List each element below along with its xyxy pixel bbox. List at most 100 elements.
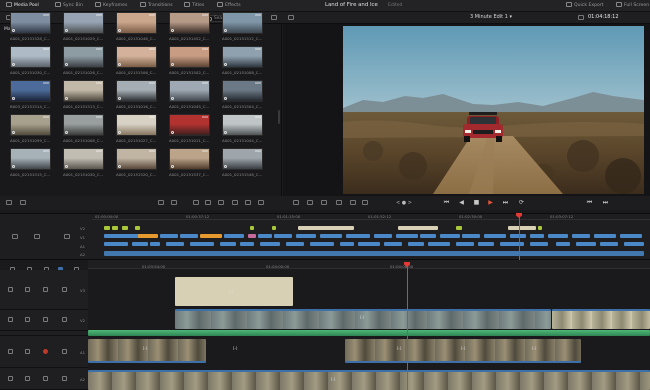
timeline-clip[interactable]	[135, 226, 140, 230]
timeline-clip[interactable]	[320, 234, 342, 238]
video-clip[interactable]	[88, 339, 206, 363]
reverse-button[interactable]: ◀	[458, 199, 465, 206]
clip-thumbnail[interactable]: A001_02151030_C...	[10, 46, 51, 77]
speaker-icon[interactable]	[43, 287, 48, 292]
timeline-clip[interactable]	[248, 234, 256, 238]
timeline-clip[interactable]	[374, 234, 392, 238]
timeline-clip[interactable]	[258, 234, 272, 238]
track-target-icon[interactable]	[25, 376, 30, 381]
timeline-clip[interactable]	[224, 234, 244, 238]
clip-thumbnail[interactable]: A001_02151011_C...	[169, 114, 210, 145]
keyframes-tab[interactable]: Keyframes	[95, 2, 127, 10]
track-lock-icon[interactable]	[8, 349, 13, 354]
timeline-clip[interactable]	[150, 242, 160, 246]
clip-thumbnail[interactable]: A001_02151008_C...	[222, 46, 263, 77]
timeline-clip[interactable]	[396, 234, 418, 238]
timeline-selector[interactable]: 3 Minute Edit 1 ▾	[470, 14, 512, 20]
track-lock-icon[interactable]	[8, 376, 13, 381]
media-pool-scrollbar[interactable]	[278, 110, 280, 124]
timeline-clip[interactable]	[478, 242, 494, 246]
upper-playhead[interactable]	[519, 217, 520, 260]
timeline-clip[interactable]	[296, 234, 316, 238]
timeline-clip[interactable]	[538, 226, 542, 230]
blade-icon[interactable]	[158, 200, 164, 205]
title-clip[interactable]	[175, 277, 293, 306]
trim-icon[interactable]	[293, 200, 299, 205]
append-icon[interactable]	[245, 200, 251, 205]
quick-export-button[interactable]: Quick Export	[566, 2, 604, 10]
prev-edit-button[interactable]: ⏮	[586, 199, 593, 206]
track-height-icon[interactable]	[34, 234, 40, 239]
timeline-clip[interactable]	[398, 226, 438, 230]
clip-thumbnail[interactable]: A001_02151026_C...	[63, 46, 104, 77]
timeline-clip[interactable]	[160, 234, 178, 238]
effects-tab[interactable]: Effects	[217, 2, 241, 10]
clip-thumbnail[interactable]: A001_02151452_C...	[169, 12, 210, 43]
scissors-icon[interactable]	[171, 200, 177, 205]
timeline-clip[interactable]	[456, 242, 474, 246]
track-target-icon[interactable]	[25, 287, 30, 292]
timeline-clip[interactable]	[624, 242, 644, 246]
clip-thumbnail[interactable]: A001_02151502_C...	[169, 46, 210, 77]
clip-thumbnail[interactable]: A001_02151030_C...	[63, 148, 104, 179]
clip-thumbnail[interactable]: A001_02151504_C...	[222, 80, 263, 111]
timeline-clip[interactable]	[462, 234, 480, 238]
loop-button[interactable]: ⟳	[518, 199, 525, 206]
track-toggle-icon[interactable]	[62, 376, 67, 381]
timeline-clip[interactable]	[250, 226, 254, 230]
timeline-clip[interactable]	[500, 242, 524, 246]
clip-thumbnail[interactable]: A001_02151515_C...	[10, 148, 51, 179]
timeline-clip[interactable]	[104, 234, 142, 238]
timeline-clip[interactable]	[576, 242, 596, 246]
clip-thumbnail[interactable]: A001_02151048_C...	[116, 12, 157, 43]
snap-icon[interactable]	[362, 200, 368, 205]
stop-button[interactable]: ■	[473, 199, 480, 206]
clip-thumbnail[interactable]: A001_02151512_C...	[222, 12, 263, 43]
video-clip[interactable]	[88, 370, 650, 390]
full-screen-button[interactable]: Full Screen	[616, 2, 649, 10]
timeline-clip[interactable]	[408, 242, 424, 246]
timeline-clip[interactable]	[594, 234, 616, 238]
record-icon[interactable]	[43, 349, 48, 354]
video-clip[interactable]	[175, 309, 551, 329]
timeline-clip[interactable]	[420, 234, 436, 238]
timeline-clip[interactable]	[272, 226, 276, 230]
audio-icon[interactable]	[350, 200, 356, 205]
replace-icon[interactable]	[218, 200, 224, 205]
clip-thumbnail[interactable]: A001_02151045_C...	[169, 80, 210, 111]
track-toggle-icon[interactable]	[62, 349, 67, 354]
jog-control[interactable]: < ● >	[396, 200, 412, 206]
timeline-clip[interactable]	[440, 234, 460, 238]
timeline-clip[interactable]	[104, 242, 128, 246]
clip-thumbnail[interactable]: A001_02151027_C...	[116, 114, 157, 145]
clip-thumbnail[interactable]: A001_02151044_C...	[222, 114, 263, 145]
viewer-mode-icon[interactable]	[288, 15, 294, 20]
options-icon[interactable]	[271, 15, 277, 20]
lower-ruler[interactable]	[88, 260, 650, 269]
overwrite-icon[interactable]	[205, 200, 211, 205]
timeline-clip[interactable]	[220, 242, 236, 246]
sync-bin-tab[interactable]: Sync Bin	[55, 2, 83, 10]
timeline-clip[interactable]	[122, 226, 128, 230]
timeline-clip[interactable]	[104, 226, 110, 230]
timeline-clip[interactable]	[530, 242, 548, 246]
timeline-clip[interactable]	[200, 234, 222, 238]
insert-icon[interactable]	[193, 200, 199, 205]
track-toggle-icon[interactable]	[62, 287, 67, 292]
timeline-clip[interactable]	[240, 242, 254, 246]
track-toggle-icon[interactable]	[62, 317, 67, 322]
timeline-clip[interactable]	[556, 242, 570, 246]
timeline-clip[interactable]	[190, 242, 214, 246]
clip-thumbnail[interactable]: B003_02151514_C...	[10, 80, 51, 111]
transitions-tab[interactable]: Transitions	[140, 2, 173, 10]
ripple-icon[interactable]	[258, 200, 264, 205]
timeline-clip[interactable]	[456, 226, 462, 230]
speaker-icon[interactable]	[43, 376, 48, 381]
viewer-frame[interactable]	[343, 26, 644, 194]
timeline-view-icon[interactable]	[6, 200, 12, 205]
video-clip[interactable]	[552, 309, 650, 329]
clip-thumbnail[interactable]: A001_02151029_C...	[63, 12, 104, 43]
track-lock-icon[interactable]	[8, 317, 13, 322]
clip-thumbnail[interactable]: A001_02151513_C...	[63, 80, 104, 111]
timeline-clip[interactable]	[548, 234, 568, 238]
